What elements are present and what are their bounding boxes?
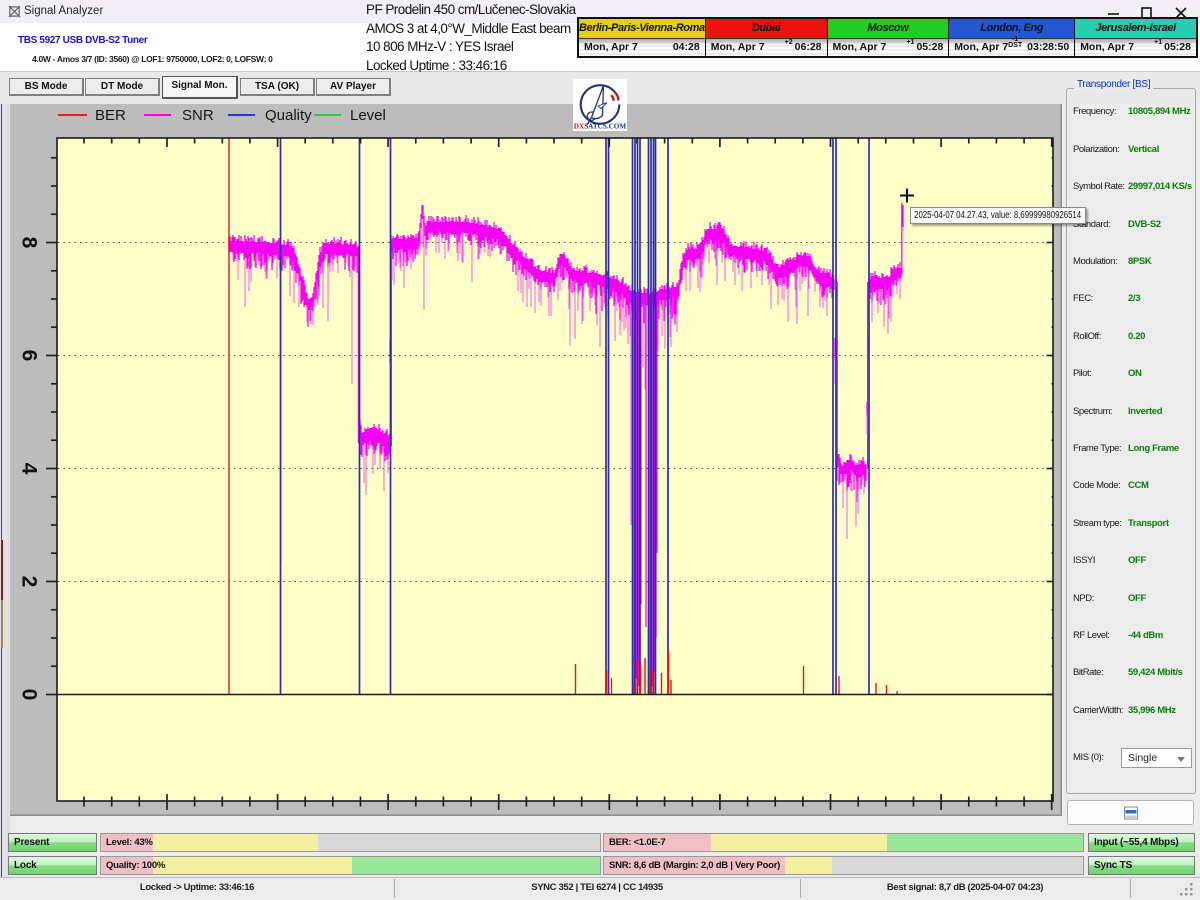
svg-text:4: 4 [18, 463, 41, 475]
svg-text:0: 0 [18, 689, 41, 701]
svg-text:2: 2 [18, 576, 41, 588]
svg-text:8: 8 [18, 237, 41, 249]
svg-text:6: 6 [18, 350, 41, 362]
svg-text:DXSATCS.COM: DXSATCS.COM [574, 123, 627, 131]
